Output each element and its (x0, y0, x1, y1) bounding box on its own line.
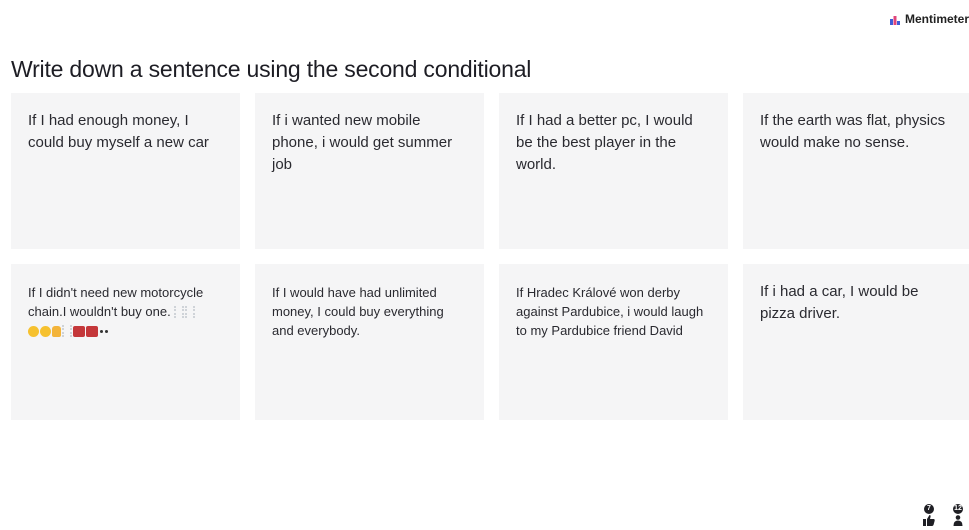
response-card: If I had a better pc, I would be the bes… (499, 93, 728, 249)
response-card: If I would have had unlimited money, I c… (255, 264, 484, 420)
eyes-emoji-icon (105, 330, 108, 333)
mentimeter-logo-icon (889, 14, 900, 25)
money-face-emoji-icon (28, 326, 39, 337)
response-card: If i wanted new mobile phone, i would ge… (255, 93, 484, 249)
slide-title: Write down a sentence using the second c… (11, 56, 532, 82)
reactions-count-badge: 7 (924, 504, 934, 514)
gift-emoji-icon (86, 326, 98, 337)
response-text-wrap: If I didn't need new motorcycle chain.I … (28, 283, 224, 340)
thumbs-up-icon (923, 515, 935, 526)
chain-emoji-icon (185, 306, 196, 318)
response-text: If I had a better pc, I would be the bes… (516, 112, 693, 173)
thumbs-up-emoji-icon (52, 326, 61, 337)
eyes-emoji-icon (100, 330, 103, 333)
participants-counter[interactable]: 12 (953, 504, 963, 526)
chain-emoji-icon (62, 325, 72, 337)
response-card: If I had enough money, I could buy mysel… (11, 93, 240, 249)
response-text: If Hradec Králové won derby against Pard… (516, 285, 704, 338)
reactions-counter[interactable]: 7 (923, 504, 935, 526)
emoji-row (28, 323, 109, 338)
response-text: If I would have had unlimited money, I c… (272, 285, 444, 338)
response-card: If i had a car, I would be pizza driver. (743, 264, 969, 420)
chain-emoji-icon (174, 306, 185, 318)
footer-stats: 7 12 (923, 504, 963, 526)
money-face-emoji-icon (40, 326, 51, 337)
participants-count-badge: 12 (953, 504, 963, 514)
response-card: If the earth was flat, physics would mak… (743, 93, 969, 249)
brand-logo: Mentimeter (889, 12, 969, 26)
response-text: If i wanted new mobile phone, i would ge… (272, 112, 453, 173)
response-text: If the earth was flat, physics would mak… (760, 112, 946, 151)
brand-name: Mentimeter (904, 12, 969, 26)
response-text: If i had a car, I would be pizza driver. (760, 283, 919, 322)
response-card: If I didn't need new motorcycle chain.I … (11, 264, 240, 420)
gift-emoji-icon (73, 326, 85, 337)
person-icon (953, 515, 963, 526)
response-text: If I had enough money, I could buy mysel… (28, 112, 209, 151)
response-card: If Hradec Králové won derby against Pard… (499, 264, 728, 420)
